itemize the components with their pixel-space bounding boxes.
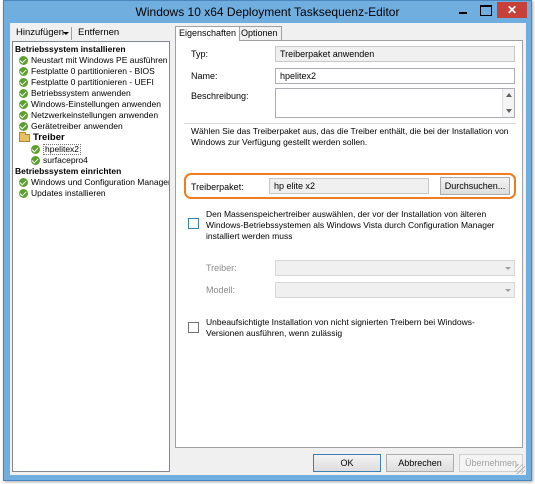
tree-step-label: Windows-Einstellungen anwenden <box>31 99 161 109</box>
title-bar[interactable]: Windows 10 x64 Deployment Tasksequenz-Ed… <box>4 1 531 23</box>
resize-grip[interactable] <box>515 464 525 474</box>
scroll-down-icon[interactable] <box>506 109 512 113</box>
properties-panel: Typ: Treiberpaket anwenden Name: hpelite… <box>175 40 523 448</box>
tree-step-label: surfacepro4 <box>43 155 88 165</box>
unattended-text: Unbeaufsichtigte Installation von nicht … <box>206 317 475 338</box>
driver-label: Treiber: <box>206 263 237 273</box>
mass-storage-checkbox[interactable] <box>188 218 199 229</box>
success-check-icon <box>19 56 28 65</box>
ok-button[interactable]: OK <box>313 454 381 472</box>
model-combo <box>275 282 515 298</box>
success-check-icon <box>19 100 28 109</box>
client-area: Hinzufügen Entfernen Betriebssystem inst… <box>10 23 526 475</box>
success-check-icon <box>19 122 28 131</box>
apply-button: Übernehmen <box>459 454 523 472</box>
success-check-icon <box>31 145 40 154</box>
driver-combo <box>275 260 515 276</box>
success-check-icon <box>19 67 28 76</box>
maximize-button[interactable] <box>474 2 496 18</box>
tree-step-label: Gerätetreiber anwenden <box>31 121 123 131</box>
folder-icon <box>19 132 30 142</box>
name-field[interactable]: hpelitex2 <box>275 68 515 84</box>
close-button[interactable]: ✕ <box>497 2 527 18</box>
task-sequence-tree[interactable]: Betriebssystem installieren Neustart mit… <box>12 41 170 472</box>
description-label: Beschreibung: <box>191 91 249 101</box>
tree-step-label: Neustart mit Windows PE ausführen <box>31 55 168 65</box>
tree-group-label: Betriebssystem einrichten <box>15 166 122 176</box>
name-label: Name: <box>191 71 218 81</box>
description-field[interactable] <box>275 88 515 118</box>
success-check-icon <box>19 89 28 98</box>
type-field: Treiberpaket anwenden <box>275 46 515 62</box>
tree-step-label: Festplatte 0 partitionieren - BIOS <box>31 66 155 76</box>
unattended-checkbox[interactable] <box>188 322 199 333</box>
tree-step-label: Windows und Configuration Manager einric… <box>31 177 170 187</box>
instruction-text: Wählen Sie das Treiberpaket aus, das die… <box>191 126 509 147</box>
mass-storage-text: Den Massenspeichertreiber auswählen, der… <box>206 209 495 241</box>
success-check-icon <box>19 78 28 87</box>
tree-group-label: Betriebssystem installieren <box>15 44 126 54</box>
tree-folder-label: Treiber <box>33 132 65 143</box>
success-check-icon <box>31 156 40 165</box>
tab-properties[interactable]: Eigenschaften <box>175 26 241 41</box>
add-button[interactable]: Hinzufügen <box>16 27 64 38</box>
tree-step-label: Netzwerkeinstellungen anwenden <box>31 110 159 120</box>
tree-step-label: hpelitex2 <box>43 144 82 155</box>
browse-button[interactable]: Durchsuchen... <box>440 177 510 195</box>
success-check-icon <box>19 178 28 187</box>
driver-package-field: hp elite x2 <box>269 178 429 194</box>
tree-step-label: Festplatte 0 partitionieren - UEFI <box>31 77 154 87</box>
description-scrollbar[interactable] <box>502 89 514 117</box>
tree-step-label: Updates installieren <box>31 188 106 198</box>
scroll-up-icon[interactable] <box>506 93 512 97</box>
task-sequence-editor-window: Windows 10 x64 Deployment Tasksequenz-Ed… <box>3 0 532 481</box>
chevron-down-icon[interactable] <box>63 32 69 35</box>
minimize-button[interactable] <box>452 2 474 18</box>
driver-package-label: Treiberpaket: <box>191 182 244 192</box>
tree-step-label: Betriebssystem anwenden <box>31 88 131 98</box>
cancel-button[interactable]: Abbrechen <box>386 454 454 472</box>
chevron-down-icon <box>505 267 511 270</box>
model-label: Modell: <box>206 285 236 295</box>
chevron-down-icon <box>505 289 511 292</box>
remove-button[interactable]: Entfernen <box>78 27 119 38</box>
type-label: Typ: <box>191 49 209 59</box>
divider <box>184 123 516 124</box>
tab-options[interactable]: Optionen <box>237 26 282 40</box>
success-check-icon <box>19 189 28 198</box>
success-check-icon <box>19 111 28 120</box>
toolbar-separator <box>71 27 72 40</box>
